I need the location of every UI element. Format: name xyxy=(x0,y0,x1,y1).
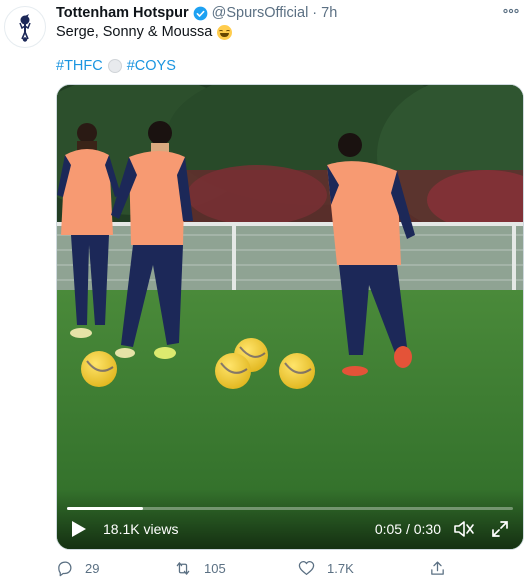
fullscreen-icon xyxy=(492,521,508,537)
hashtag-coys[interactable]: #COYS xyxy=(127,58,176,74)
hashtag-line: #THFC #COYS xyxy=(56,58,176,74)
like-icon xyxy=(298,560,315,576)
play-icon xyxy=(72,521,86,537)
reply-count: 29 xyxy=(85,561,100,576)
tweet-text: Serge, Sonny & Moussa xyxy=(56,24,233,40)
tweet-header: Tottenham Hotspur @SpursOfficial · 7h xyxy=(56,4,337,22)
retweet-count: 105 xyxy=(204,561,226,576)
tweet-actions: 29 105 1.7K xyxy=(56,560,456,580)
video-controls: 18.1K views 0:05 / 0:30 xyxy=(57,489,523,549)
retweet-icon xyxy=(176,562,190,575)
video-view-count: 18.1K views xyxy=(103,521,179,537)
play-button[interactable] xyxy=(69,519,89,539)
more-options-button[interactable] xyxy=(502,4,520,18)
separator-dot: · xyxy=(312,5,318,21)
like-count: 1.7K xyxy=(327,560,354,576)
share-button[interactable] xyxy=(429,560,458,577)
video-progress-bar[interactable] xyxy=(67,507,513,510)
spurs-crest-icon xyxy=(19,14,31,42)
tweet-timestamp[interactable]: 7h xyxy=(321,5,337,21)
more-options-icon xyxy=(503,8,519,14)
grin-emoji-icon xyxy=(217,24,233,40)
hashtag-thfc[interactable]: #THFC xyxy=(56,58,103,74)
fullscreen-button[interactable] xyxy=(489,518,511,540)
video-frame xyxy=(57,85,523,549)
tweet-card: Tottenham Hotspur @SpursOfficial · 7h Se… xyxy=(0,0,530,581)
video-player[interactable]: 18.1K views 0:05 / 0:30 xyxy=(56,84,524,550)
author-display-name[interactable]: Tottenham Hotspur xyxy=(56,5,189,21)
volume-button[interactable] xyxy=(453,518,475,540)
author-avatar[interactable] xyxy=(4,6,46,48)
like-button[interactable]: 1.7K xyxy=(298,560,354,576)
video-time: 0:05 / 0:30 xyxy=(374,521,441,537)
verified-badge-icon xyxy=(193,6,208,21)
video-progress-fill xyxy=(67,507,143,510)
volume-icon xyxy=(454,521,474,537)
tweet-text-content: Serge, Sonny & Moussa xyxy=(56,24,213,40)
reply-icon xyxy=(58,561,72,577)
share-icon xyxy=(431,561,444,575)
author-handle[interactable]: @SpursOfficial xyxy=(212,5,309,21)
retweet-button[interactable]: 105 xyxy=(174,560,226,577)
reply-button[interactable]: 29 xyxy=(56,560,99,577)
soccer-ball-emoji-icon xyxy=(107,59,122,73)
